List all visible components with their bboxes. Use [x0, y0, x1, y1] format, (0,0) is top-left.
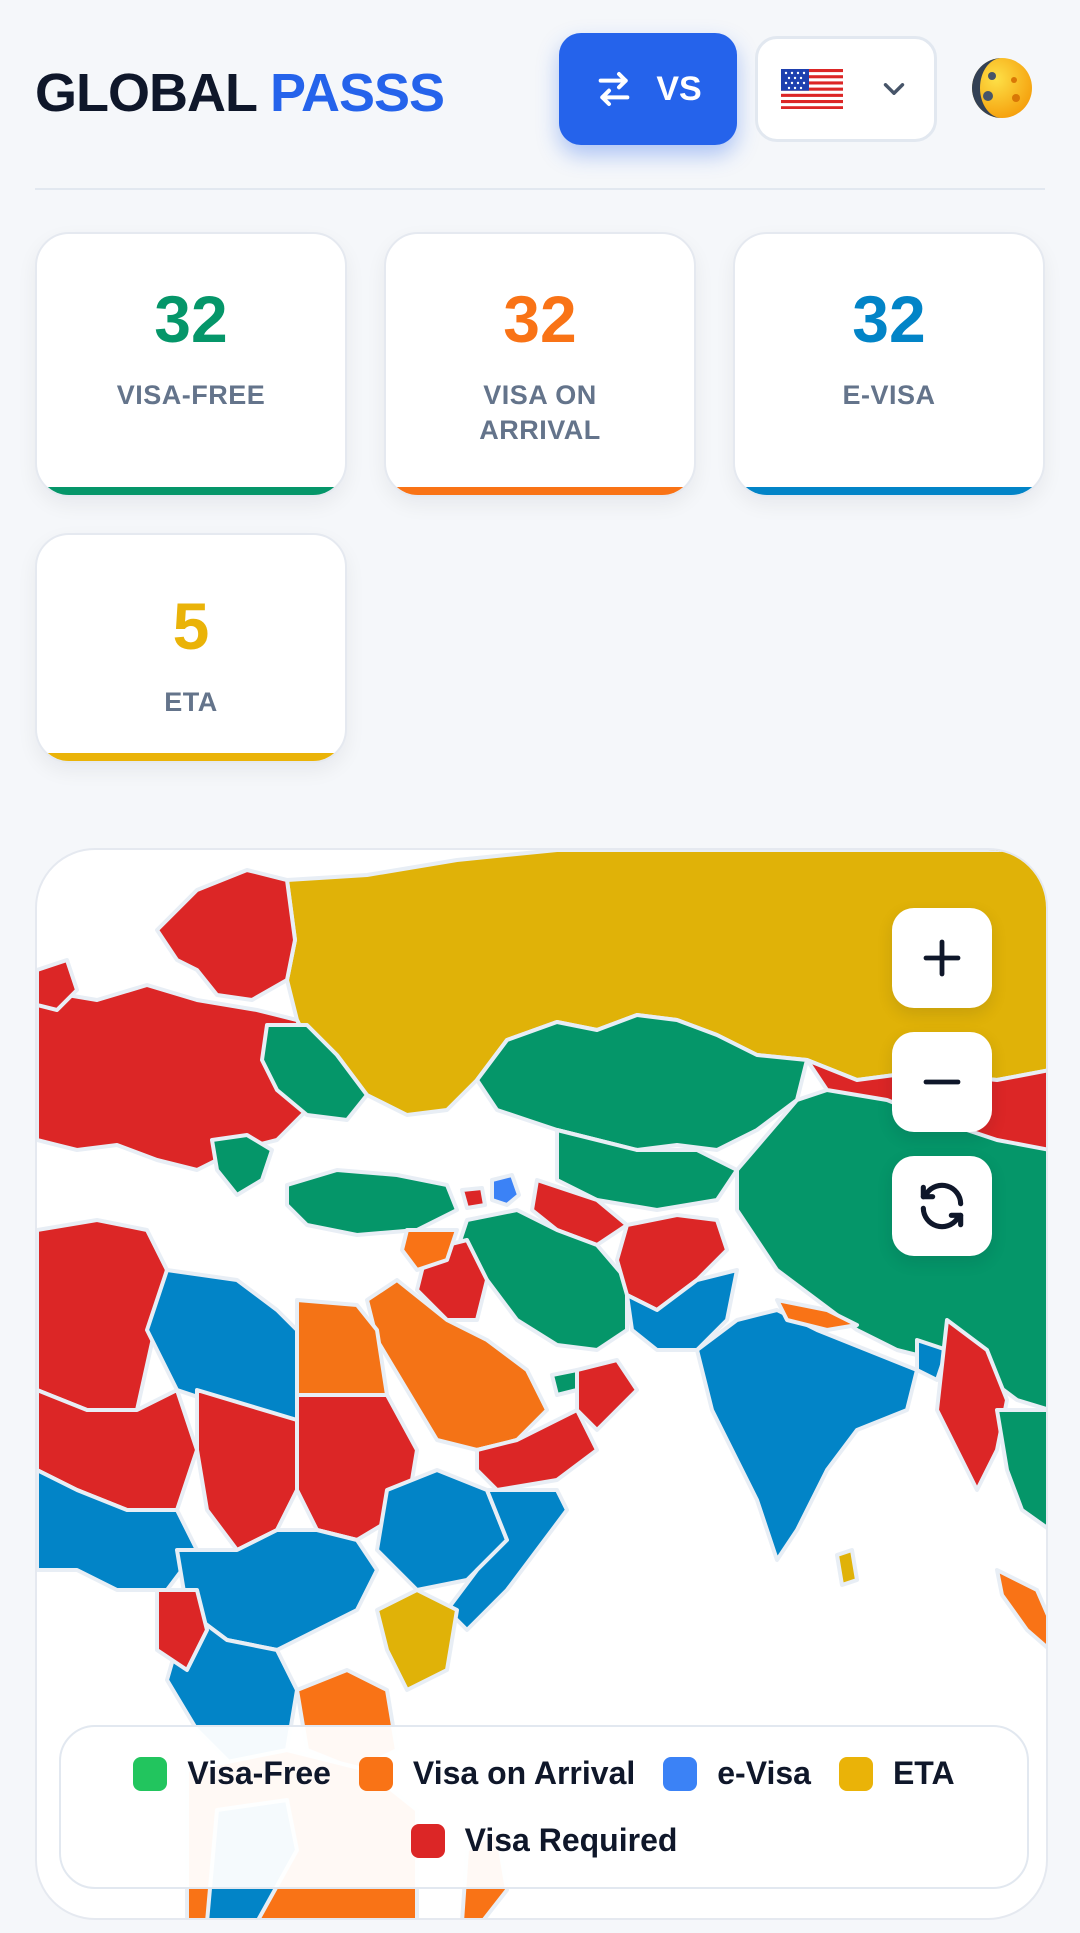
stat-value: 32: [154, 282, 228, 356]
region-azerbaijan: [490, 1173, 521, 1207]
region-kenya: [375, 1588, 459, 1692]
stat-accent-bar: [735, 487, 1043, 495]
stat-label: E-VISA: [842, 380, 936, 410]
stat-value: 32: [503, 282, 577, 356]
map-legend: Visa-Free Visa on Arrival e-Visa ETA Vis…: [59, 1725, 1029, 1889]
region-se-asia: [995, 1408, 1046, 1530]
legend-label: Visa Required: [464, 1822, 678, 1858]
region-balkans: [210, 1133, 274, 1197]
stat-accent-bar: [37, 487, 345, 495]
reset-view-button[interactable]: [892, 1156, 992, 1256]
world-map-card[interactable]: Visa-Free Visa on Arrival e-Visa ETA Vis…: [35, 848, 1048, 1920]
swap-arrows-icon: [598, 72, 630, 106]
stat-card-eta[interactable]: 5 ETA: [35, 533, 347, 763]
stat-label: ETA: [164, 687, 218, 717]
theme-moon-sun-icon[interactable]: [970, 56, 1034, 120]
region-armenia: [460, 1186, 487, 1210]
legend-label: e-Visa: [717, 1755, 811, 1791]
legend-swatch: [410, 1823, 445, 1858]
zoom-in-icon: [923, 939, 961, 977]
legend-label: Visa-Free: [187, 1755, 331, 1791]
stat-accent-bar: [37, 753, 345, 761]
region-ph-coast: [995, 1568, 1046, 1650]
region-turkey: [285, 1168, 459, 1237]
chevron-down-icon: [883, 83, 905, 95]
legend-swatch: [838, 1756, 873, 1791]
stat-card-visa-on-arrival[interactable]: 32 VISA ON ARRIVAL: [384, 232, 696, 497]
stat-card-e-visa[interactable]: 32 E-VISA: [733, 232, 1045, 497]
us-flag-icon: [781, 69, 843, 109]
vs-label: VS: [656, 69, 702, 108]
region-india: [695, 1308, 919, 1562]
region-chad-niger: [195, 1388, 299, 1552]
legend-label: ETA: [892, 1755, 955, 1791]
app-header: GLOBAL PASSS VS: [35, 0, 1045, 190]
country-select[interactable]: [755, 36, 937, 142]
stat-value: 32: [852, 282, 926, 356]
region-oman: [575, 1358, 639, 1432]
stat-value: 5: [172, 589, 210, 663]
legend-item-visa-required: Visa Required: [410, 1822, 678, 1859]
app-logo[interactable]: GLOBAL PASSS: [35, 62, 445, 124]
stat-accent-bar: [386, 487, 694, 495]
stat-label: VISA ON ARRIVAL: [479, 380, 601, 445]
legend-item-eta: ETA: [838, 1755, 955, 1792]
zoom-out-icon: [923, 1079, 961, 1085]
legend-item-visa-free: Visa-Free: [133, 1755, 331, 1792]
zoom-out-button[interactable]: [892, 1032, 992, 1132]
legend-swatch: [663, 1756, 698, 1791]
compare-vs-button[interactable]: VS: [559, 33, 737, 145]
logo-text-global: GLOBAL: [35, 63, 257, 123]
region-uae: [550, 1368, 579, 1397]
legend-label: Visa on Arrival: [412, 1755, 636, 1791]
logo-text-passs: PASSS: [270, 63, 445, 123]
region-sri-lanka: [835, 1548, 859, 1587]
legend-item-visa-on-arrival: Visa on Arrival: [358, 1755, 636, 1792]
reset-icon: [920, 1182, 964, 1230]
legend-swatch: [133, 1756, 168, 1791]
legend-swatch: [358, 1756, 393, 1791]
region-morocco-algeria: [37, 1218, 169, 1412]
stat-label: VISA-FREE: [116, 380, 266, 410]
stat-card-visa-free[interactable]: 32 VISA-FREE: [35, 232, 347, 497]
legend-item-e-visa: e-Visa: [663, 1755, 811, 1792]
zoom-in-button[interactable]: [892, 908, 992, 1008]
region-scandinavia: [155, 868, 297, 1002]
